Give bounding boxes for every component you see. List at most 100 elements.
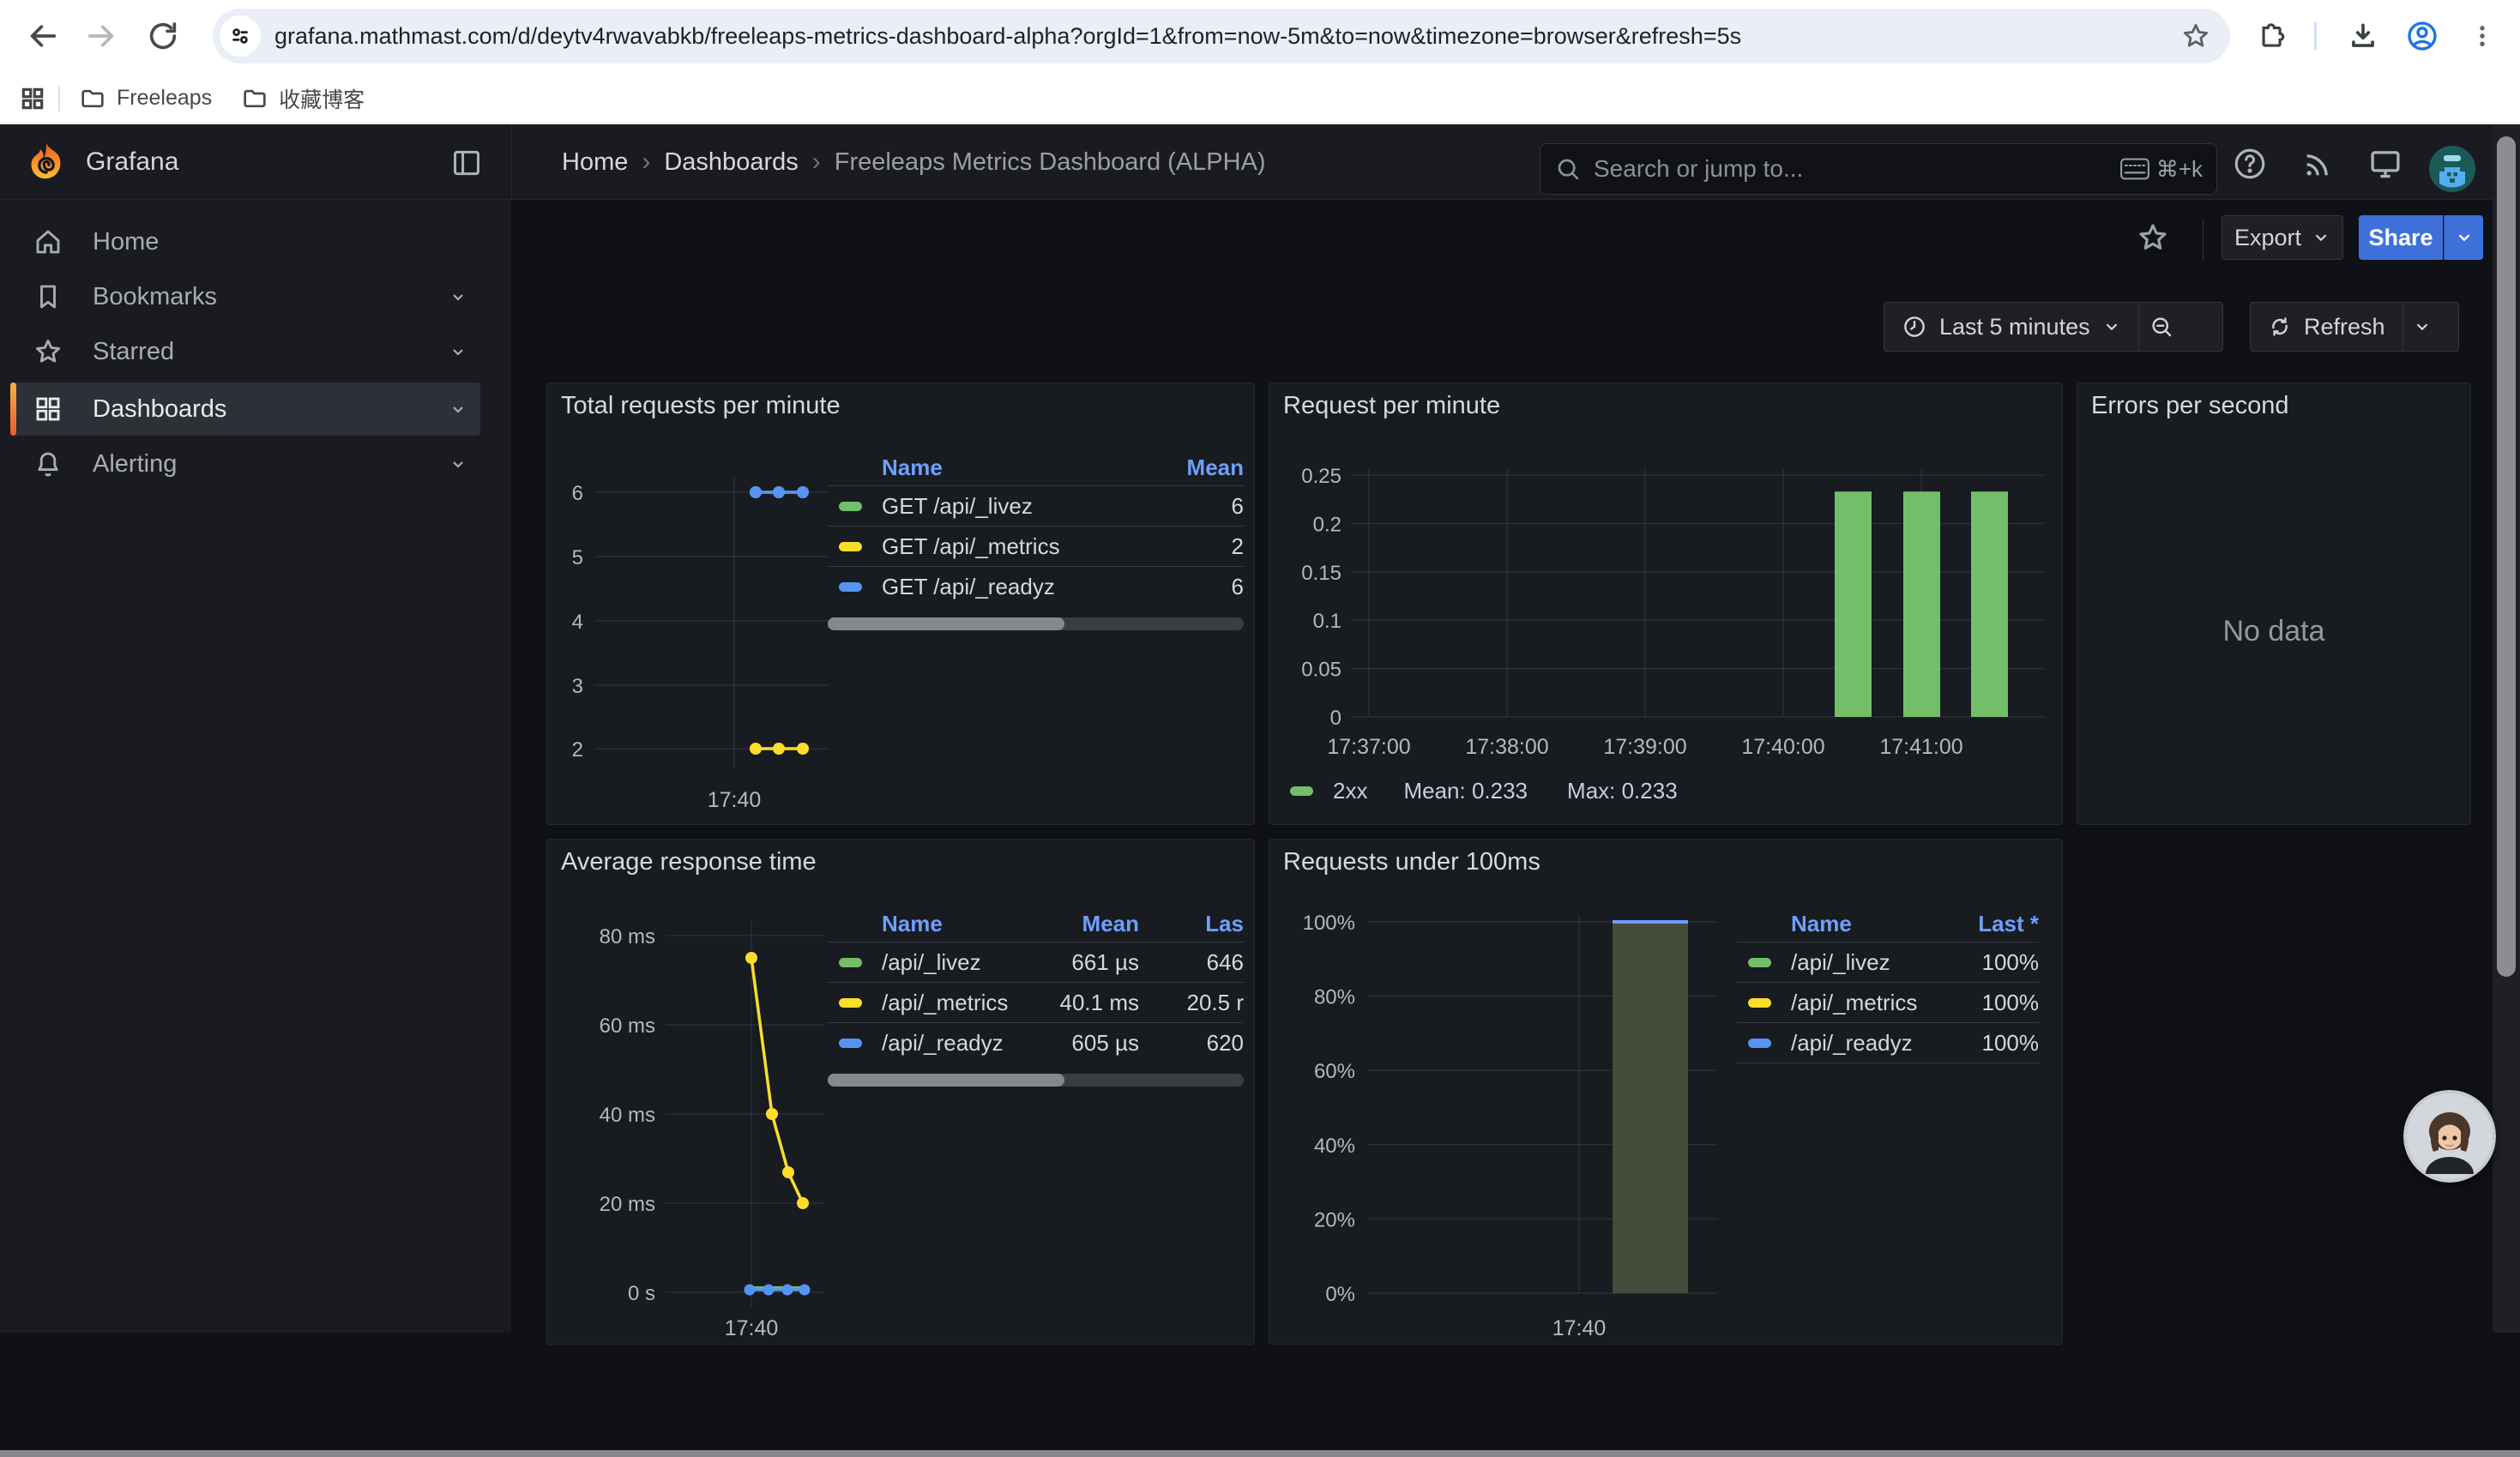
sidebar-item-dashboards[interactable]: Dashboards xyxy=(10,382,480,436)
series-color-pill xyxy=(839,958,862,967)
apps-grid-icon[interactable] xyxy=(19,85,46,112)
series-color-pill xyxy=(1748,1039,1771,1048)
sidebar-item-home[interactable]: Home xyxy=(10,215,480,268)
refresh-icon xyxy=(2268,315,2292,339)
panel-errors-per-second[interactable]: Errors per second No data xyxy=(2077,382,2471,825)
legend-row[interactable]: GET /api/_livez6 xyxy=(828,486,1244,527)
url-bar[interactable]: grafana.mathmast.com/d/deytv4rwavabkb/fr… xyxy=(213,9,2230,63)
legend-col[interactable]: Mean xyxy=(1022,911,1139,937)
legend-row[interactable]: 2xx Mean: 0.233 Max: 0.233 xyxy=(1290,774,1678,808)
legend-row[interactable]: GET /api/_readyz6 xyxy=(828,567,1244,607)
favorite-star-icon[interactable] xyxy=(2136,220,2170,259)
series-color-pill xyxy=(839,582,862,592)
scrollbar-thumb[interactable] xyxy=(2497,136,2516,977)
legend-col-name[interactable]: Name xyxy=(828,455,1141,481)
legend-col[interactable]: Last * xyxy=(1936,911,2039,937)
svg-text:0.05: 0.05 xyxy=(1301,659,1341,682)
panel-requests-under-100ms[interactable]: Requests under 100ms 100%80%60%40%20%0%1… xyxy=(1269,839,2063,1345)
legend-scrollbar[interactable] xyxy=(828,1074,1244,1087)
sidebar-item-alerting[interactable]: Alerting xyxy=(10,437,480,491)
folder-icon xyxy=(241,85,268,112)
sidebar-toggle-icon[interactable] xyxy=(450,147,483,184)
panel-average-response-time[interactable]: Average response time 80 ms60 ms40 ms20 … xyxy=(546,839,1255,1345)
bookmark-folder-freeleaps[interactable]: Freeleaps xyxy=(79,85,212,112)
chevron-down-icon xyxy=(2312,228,2330,247)
refresh-interval-button[interactable] xyxy=(2403,303,2441,351)
legend-row[interactable]: /api/_metrics100% xyxy=(1737,983,2039,1023)
sidebar-item-starred[interactable]: Starred xyxy=(10,325,480,378)
chevron-down-icon[interactable] xyxy=(448,454,468,474)
legend-col[interactable]: Mean xyxy=(1141,455,1244,481)
breadcrumb-dashboards[interactable]: Dashboards xyxy=(664,148,798,177)
export-button[interactable]: Export xyxy=(2222,215,2343,260)
breadcrumb-home[interactable]: Home xyxy=(562,148,628,177)
sidebar-item-bookmarks[interactable]: Bookmarks xyxy=(10,270,480,323)
legend-row[interactable]: /api/_metrics40.1 ms20.5 r xyxy=(828,983,1244,1023)
share-menu-button[interactable] xyxy=(2444,215,2483,260)
user-avatar[interactable] xyxy=(2429,146,2475,196)
help-icon[interactable] xyxy=(2231,145,2269,183)
legend-row[interactable]: /api/_readyz100% xyxy=(1737,1023,2039,1063)
panel-request-per-minute[interactable]: Request per minute 0.250.20.150.10.05017… xyxy=(1269,382,2063,825)
grafana-logo[interactable] xyxy=(26,141,67,187)
forward-icon xyxy=(82,17,120,55)
breadcrumb-separator: › xyxy=(642,148,650,177)
legend-col-name[interactable]: Name xyxy=(1737,911,1936,937)
svg-text:17:40:00: 17:40:00 xyxy=(1741,735,1824,759)
chevron-down-icon[interactable] xyxy=(448,341,468,362)
reload-icon[interactable] xyxy=(144,17,182,55)
no-data-message: No data xyxy=(2077,615,2470,648)
legend-scrollbar-thumb[interactable] xyxy=(828,617,1064,630)
scrollbar-track[interactable] xyxy=(2493,124,2520,1333)
series-max: Max: 0.233 xyxy=(1567,778,1678,804)
bookmark-folder-blogs[interactable]: 收藏博客 xyxy=(241,83,365,114)
svg-text:60 ms: 60 ms xyxy=(600,1014,655,1038)
search-placeholder: Search or jump to... xyxy=(1594,155,2120,183)
legend-scrollbar[interactable] xyxy=(828,617,1244,630)
back-icon[interactable] xyxy=(24,17,62,55)
sidebar-item-label: Dashboards xyxy=(93,395,226,424)
svg-text:0.2: 0.2 xyxy=(1313,513,1341,536)
svg-text:60%: 60% xyxy=(1314,1060,1355,1083)
toolbar-divider xyxy=(2314,22,2317,50)
extensions-icon[interactable] xyxy=(2252,17,2289,55)
grafana-header: Grafana Home › Dashboards › Freeleaps Me… xyxy=(0,124,2520,200)
search-icon xyxy=(1554,155,1582,183)
legend-row[interactable]: /api/_livez100% xyxy=(1737,942,2039,983)
profile-icon[interactable] xyxy=(2403,17,2441,55)
chevron-down-icon[interactable] xyxy=(448,286,468,307)
brand-label[interactable]: Grafana xyxy=(86,148,178,177)
time-range-label: Last 5 minutes xyxy=(1939,314,2090,340)
breadcrumb-separator: › xyxy=(812,148,821,177)
series-name: 2xx xyxy=(1333,778,1367,804)
legend-col-name[interactable]: Name xyxy=(828,911,1022,937)
svg-text:20%: 20% xyxy=(1314,1208,1355,1231)
share-button[interactable]: Share xyxy=(2359,215,2443,260)
legend-table: NameMean GET /api/_livez6GET /api/_metric… xyxy=(828,450,1244,630)
panel-total-requests[interactable]: Total requests per minute 6543217:40 Nam… xyxy=(546,382,1255,825)
clock-icon xyxy=(1902,314,1927,340)
breadcrumb: Home › Dashboards › Freeleaps Metrics Da… xyxy=(562,124,1266,200)
news-rss-icon[interactable] xyxy=(2300,145,2337,183)
request-per-minute-chart[interactable]: 0.250.20.150.10.05017:37:0017:38:0017:39… xyxy=(1269,383,2063,825)
site-settings-icon[interactable] xyxy=(220,15,261,57)
monitor-icon[interactable] xyxy=(2366,145,2404,183)
legend-col[interactable]: Las xyxy=(1139,911,1244,937)
url-text[interactable]: grafana.mathmast.com/d/deytv4rwavabkb/fr… xyxy=(274,23,2180,50)
legend-row[interactable]: /api/_livez661 µs646 xyxy=(828,942,1244,983)
search-input[interactable]: Search or jump to... ⌘+k xyxy=(1540,143,2217,195)
zoom-out-button[interactable] xyxy=(2139,303,2184,351)
refresh-button[interactable]: Refresh xyxy=(2251,303,2402,351)
legend-row[interactable]: GET /api/_metrics2 xyxy=(828,527,1244,567)
time-range-picker[interactable]: Last 5 minutes xyxy=(1884,303,2138,351)
bookmark-label: Freeleaps xyxy=(117,86,212,111)
bookmark-star-icon[interactable] xyxy=(2180,21,2211,51)
legend-row[interactable]: /api/_readyz605 µs620 xyxy=(828,1023,1244,1063)
assistant-avatar[interactable] xyxy=(2403,1090,2496,1183)
legend-table: NameMeanLas/api/_livez661 µs646/api/_met… xyxy=(828,906,1244,1087)
refresh-group: Refresh xyxy=(2250,302,2459,352)
chevron-down-icon[interactable] xyxy=(448,399,468,419)
legend-scrollbar-thumb[interactable] xyxy=(828,1074,1064,1087)
download-icon[interactable] xyxy=(2344,17,2382,55)
browser-menu-icon[interactable] xyxy=(2463,17,2501,55)
